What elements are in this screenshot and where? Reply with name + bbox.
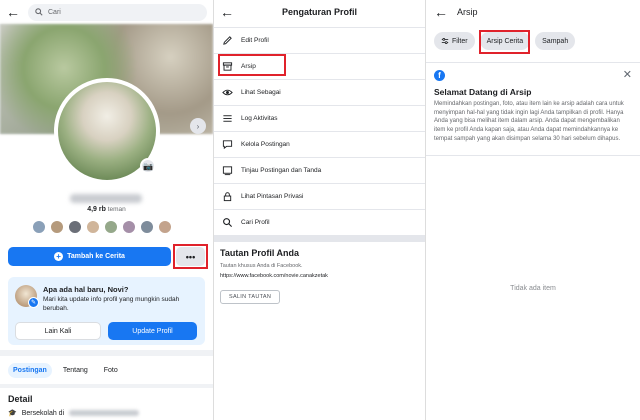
tag-icon: [222, 166, 233, 176]
chevron-right-icon[interactable]: ›: [190, 118, 206, 134]
eye-icon: [222, 89, 233, 96]
menu-item-label: Tinjau Postingan dan Tanda: [241, 167, 322, 174]
info-card-text: Mari kita update info profil yang mungki…: [43, 296, 180, 313]
archive-filter-chips: Filter Arsip Cerita Sampah: [426, 24, 640, 50]
highlight-box: [479, 30, 530, 54]
profile-name-blurred: [70, 194, 142, 203]
menu-item-label: Lihat Sebagai: [241, 89, 281, 96]
search-input[interactable]: Cari: [28, 3, 207, 21]
friends-count-number: 4,9 rb: [87, 206, 106, 213]
welcome-title: Selamat Datang di Arsip: [434, 87, 532, 97]
profile-url[interactable]: https://www.facebook.com/novie.canakzeta…: [220, 273, 419, 279]
menu-item-label: Kelola Postingan: [241, 141, 290, 148]
friend-avatar[interactable]: [140, 220, 154, 234]
search-icon: [35, 8, 43, 16]
detail-section: Detail 🎓 Bersekolah di: [0, 388, 213, 420]
tab-about[interactable]: Tentang: [58, 363, 93, 378]
search-icon: [223, 218, 233, 228]
menu-item-label: Edit Profil: [241, 37, 269, 44]
settings-panel: ← Pengaturan Profil Edit Profil Arsip Li…: [213, 0, 426, 420]
detail-row-school: 🎓 Bersekolah di: [8, 409, 205, 417]
add-to-story-label: Tambah ke Cerita: [67, 253, 125, 260]
detail-row-value-blurred: [69, 410, 140, 416]
menu-item-manage-posts[interactable]: Kelola Postingan: [214, 132, 425, 158]
friends-count[interactable]: 4,9 rb teman: [0, 206, 213, 213]
empty-state-text: Tidak ada item: [510, 285, 556, 292]
menu-item-label: Cari Profil: [241, 219, 270, 226]
friends-count-suffix: teman: [107, 206, 126, 213]
menu-item-review-tags[interactable]: Tinjau Postingan dan Tanda: [214, 158, 425, 184]
camera-icon[interactable]: 📷: [140, 158, 156, 174]
list-icon: [223, 115, 232, 122]
menu-item-label: Lihat Pintasan Privasi: [241, 193, 304, 200]
url-section-subtitle: Tautan khusus Anda di Facebook.: [220, 263, 303, 269]
chat-icon: [222, 140, 233, 150]
tab-photos[interactable]: Foto: [99, 363, 123, 378]
tab-posts[interactable]: Postingan: [8, 362, 52, 378]
detail-title: Detail: [8, 394, 33, 404]
edit-badge-icon: ✎: [28, 297, 39, 308]
menu-item-view-as[interactable]: Lihat Sebagai: [214, 80, 425, 106]
add-to-story-button[interactable]: + Tambah ke Cerita: [8, 247, 171, 266]
info-card-title: Apa ada hal baru, Novi?: [43, 285, 129, 294]
profile-top-bar: ← Cari: [0, 0, 213, 24]
chip-label: Sampah: [542, 37, 569, 45]
back-arrow-icon[interactable]: ←: [6, 5, 20, 19]
archive-panel: ← Arsip Filter Arsip Cerita Sampah f ✕ S…: [426, 0, 640, 420]
friend-avatar[interactable]: [68, 220, 82, 234]
later-button[interactable]: Lain Kali: [15, 322, 101, 340]
friend-avatar[interactable]: [50, 220, 64, 234]
friend-avatar[interactable]: [104, 220, 118, 234]
profile-url-section: Tautan Profil Anda Tautan khusus Anda di…: [214, 242, 425, 310]
school-icon: 🎓: [8, 410, 17, 417]
chip-label: Filter: [452, 37, 468, 45]
highlight-box: [218, 54, 286, 76]
welcome-text: Memindahkan postingan, foto, atau item l…: [434, 101, 624, 142]
menu-item-label: Log Aktivitas: [241, 115, 278, 122]
detail-row-label: Bersekolah di: [21, 409, 65, 417]
page-title: Arsip: [457, 7, 478, 17]
screenshot-collage: ← Cari › 📷 4,9 rb teman + Tambah ke Ceri…: [0, 0, 640, 420]
search-placeholder: Cari: [48, 8, 61, 16]
page-title: Pengaturan Profil: [281, 7, 357, 17]
settings-top-bar: ← Pengaturan Profil: [214, 0, 425, 24]
archive-top-bar: ← Arsip: [426, 0, 640, 24]
url-section-title: Tautan Profil Anda: [220, 248, 300, 258]
back-arrow-icon[interactable]: ←: [434, 5, 448, 19]
profile-panel: ← Cari › 📷 4,9 rb teman + Tambah ke Ceri…: [0, 0, 213, 420]
plus-icon: +: [54, 252, 64, 261]
friend-avatars-row: [32, 220, 172, 234]
update-profile-button[interactable]: Update Profil: [108, 322, 197, 340]
facebook-logo-icon: f: [434, 70, 445, 81]
pencil-icon: [223, 36, 232, 45]
sliders-icon: [441, 38, 449, 44]
menu-item-edit-profile[interactable]: Edit Profil: [214, 28, 425, 54]
close-icon[interactable]: ✕: [623, 68, 632, 81]
friend-avatar[interactable]: [86, 220, 100, 234]
welcome-card: f ✕ Selamat Datang di Arsip Memindahkan …: [426, 62, 640, 156]
menu-item-activity-log[interactable]: Log Aktivitas: [214, 106, 425, 132]
friend-avatar[interactable]: [158, 220, 172, 234]
lock-icon: [223, 192, 232, 202]
menu-item-search-profile[interactable]: Cari Profil: [214, 210, 425, 236]
profile-tabs: Postingan Tentang Foto: [0, 356, 213, 384]
highlight-box: [173, 244, 208, 269]
friend-avatar[interactable]: [32, 220, 46, 234]
trash-chip[interactable]: Sampah: [535, 32, 576, 50]
menu-item-privacy-shortcuts[interactable]: Lihat Pintasan Privasi: [214, 184, 425, 210]
friend-avatar[interactable]: [122, 220, 136, 234]
filter-chip[interactable]: Filter: [434, 32, 475, 50]
copy-link-button[interactable]: SALIN TAUTAN: [220, 290, 281, 304]
